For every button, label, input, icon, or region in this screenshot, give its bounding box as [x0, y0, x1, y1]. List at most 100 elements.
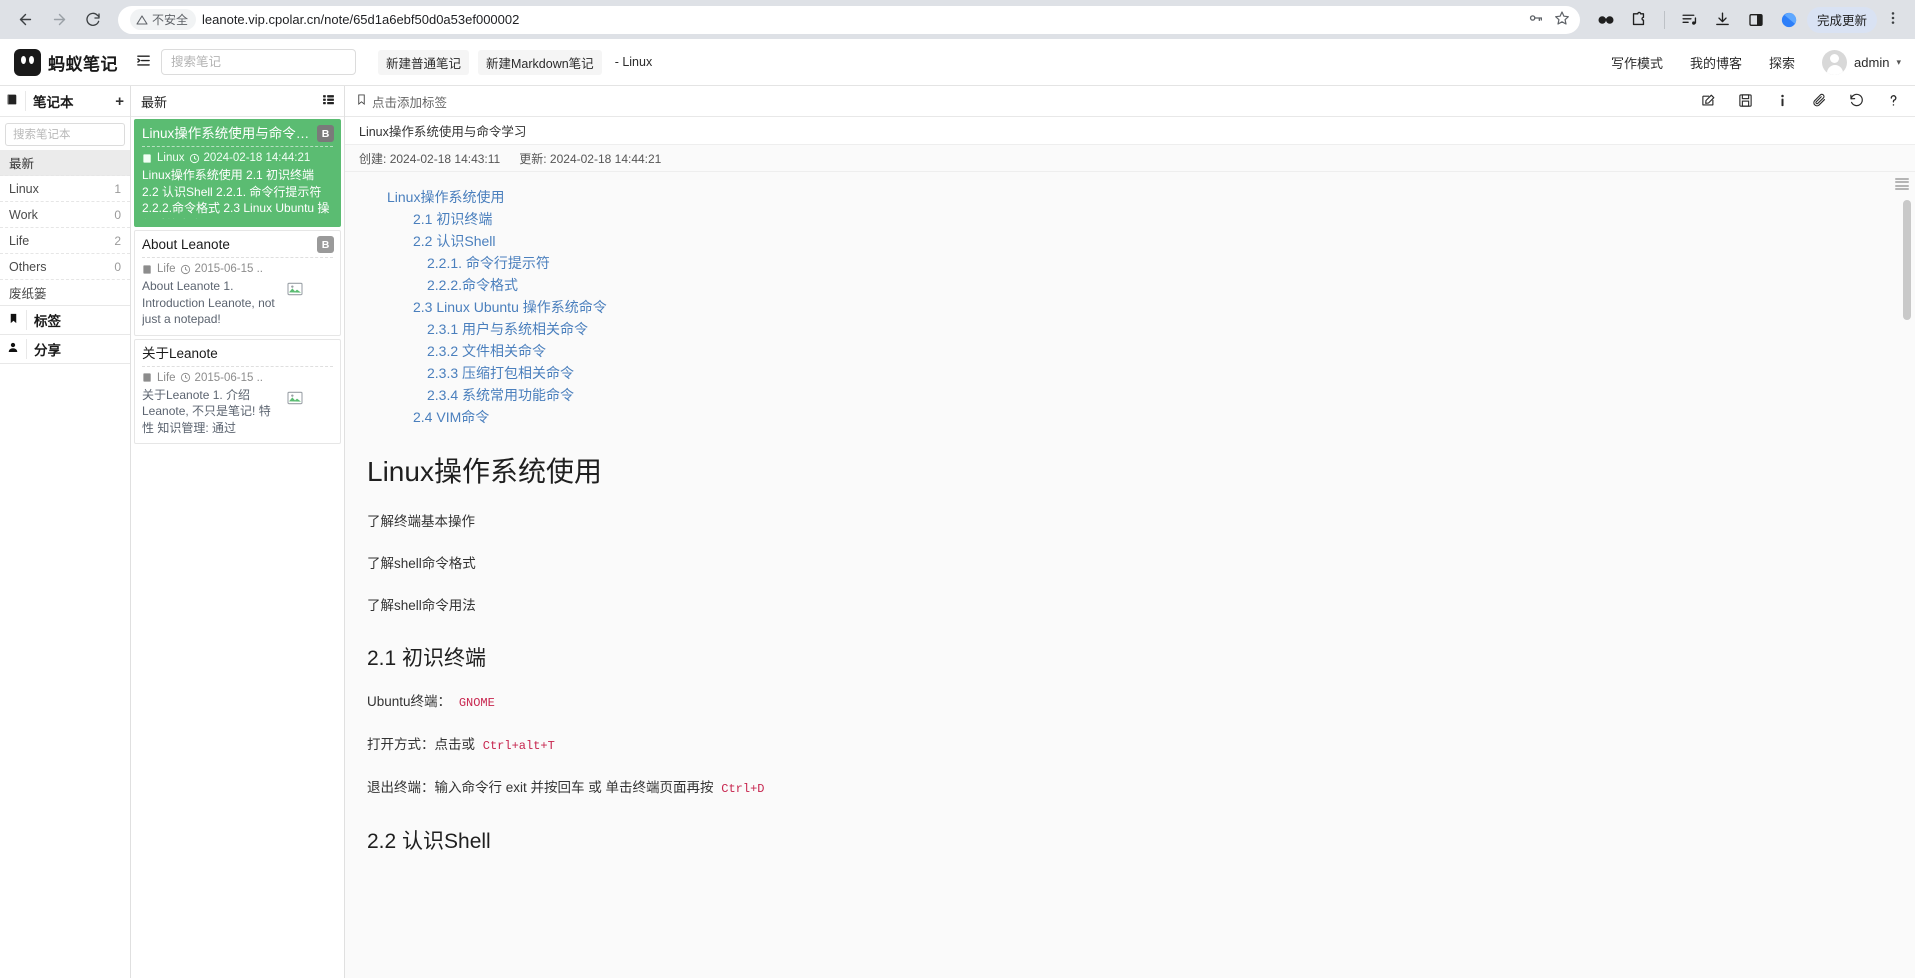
star-icon[interactable]	[1554, 10, 1570, 29]
note-notebook: Linux	[157, 152, 185, 164]
doc-paragraph: Ubuntu终端： GNOME	[367, 692, 1895, 713]
user-name-label: admin	[1854, 54, 1890, 70]
sidebar-item-count: 2	[114, 233, 121, 248]
url-text: leanote.vip.cpolar.cn/note/65d1a6ebf50d0…	[202, 12, 520, 27]
history-icon[interactable]	[1849, 93, 1864, 110]
toc-link[interactable]: 2.3.4 系统常用功能命令	[365, 384, 1895, 406]
sidebar-item-others[interactable]: Others 0	[0, 254, 130, 280]
list-item[interactable]: 关于Leanote Life 2015-06-15 .. 关于Leanote 1…	[134, 338, 341, 444]
note-meta: Life 2015-06-15 ..	[142, 261, 333, 277]
address-bar[interactable]: 不安全 leanote.vip.cpolar.cn/note/65d1a6ebf…	[118, 5, 1580, 34]
broken-image-icon	[287, 281, 303, 297]
add-tag-button[interactable]: 点击添加标签	[356, 92, 447, 111]
attachment-icon[interactable]	[1812, 93, 1827, 110]
toc-link[interactable]: 2.4 VIM命令	[365, 406, 1895, 428]
sidebar-item-label: Life	[9, 233, 30, 248]
scrollbar-thumb[interactable]	[1903, 200, 1911, 320]
content-scrollbar[interactable]	[1901, 172, 1913, 978]
notebook-search-wrap	[0, 117, 130, 150]
blog-badge: B	[317, 236, 334, 253]
notebook-sidebar: 笔记本 + 最新 Linux 1 Work 0 Life 2 Others 0 …	[0, 86, 131, 978]
notebook-icon	[143, 264, 151, 274]
sidebar-item-label: 最新	[9, 157, 35, 171]
note-meta: Life 2015-06-15 ..	[142, 370, 333, 386]
clock-icon	[180, 264, 190, 274]
toc-link[interactable]: 2.3 Linux Ubuntu 操作系统命令	[365, 296, 1895, 318]
note-content: Linux操作系统使用 2.1 初识终端 2.2 认识Shell 2.2.1. …	[345, 172, 1915, 978]
chevron-down-icon: ▾	[1896, 56, 1901, 67]
toc-link[interactable]: 2.3.2 文件相关命令	[365, 340, 1895, 362]
editor-dates: 创建: 2024-02-18 14:43:11 更新: 2024-02-18 1…	[345, 145, 1915, 172]
sidebar-item-count: 1	[114, 181, 121, 196]
security-status-chip[interactable]: 不安全	[130, 9, 197, 30]
editor-note-title[interactable]: Linux操作系统使用与命令学习	[345, 117, 1915, 145]
toc-link[interactable]: 2.3.1 用户与系统相关命令	[365, 318, 1895, 340]
edit-icon[interactable]	[1701, 93, 1716, 110]
doc-text: 退出终端：输入命令行 exit 并按回车 或 单击终端页面再按	[367, 780, 714, 795]
profile-icon[interactable]	[1779, 10, 1799, 30]
new-markdown-note-button[interactable]: 新建Markdown笔记	[478, 49, 602, 75]
avatar	[1822, 49, 1848, 75]
editor-tool-icons	[1701, 93, 1901, 110]
sidebar-item-linux[interactable]: Linux 1	[0, 176, 130, 202]
note-title: About Leanote	[142, 236, 333, 258]
reload-button[interactable]	[78, 5, 108, 35]
toc-link[interactable]: 2.1 初识终端	[365, 208, 1895, 230]
toc-link[interactable]: 2.2 认识Shell	[365, 230, 1895, 252]
kebab-menu-icon[interactable]	[1881, 10, 1905, 30]
forward-button[interactable]	[44, 5, 74, 35]
user-menu[interactable]: admin ▾	[1822, 49, 1901, 75]
list-item[interactable]: B About Leanote Life 2015-06-15 .. About…	[134, 230, 341, 336]
info-icon[interactable]	[1775, 93, 1790, 110]
glasses-icon[interactable]	[1596, 10, 1616, 30]
puzzle-extension-icon[interactable]	[1629, 10, 1649, 30]
add-notebook-button[interactable]: +	[115, 93, 124, 110]
sidebar-item-work[interactable]: Work 0	[0, 202, 130, 228]
update-button-label: 完成更新	[1816, 14, 1867, 28]
header-actions: 新建普通笔记 新建Markdown笔记 - Linux	[378, 49, 653, 75]
toc-link[interactable]: Linux操作系统使用	[365, 186, 1895, 208]
app-logo[interactable]: 蚂蚁笔记	[14, 48, 132, 76]
doc-paragraph: 打开方式：点击或 Ctrl+alt+T	[367, 735, 1895, 756]
doc-text: Ubuntu终端：	[367, 694, 452, 709]
sidebar-item-tags[interactable]: 标签	[0, 306, 130, 335]
save-icon[interactable]	[1738, 93, 1753, 110]
search-input[interactable]	[161, 49, 356, 75]
reading-list-icon[interactable]	[1680, 10, 1700, 30]
toc-link[interactable]: 2.3.3 压缩打包相关命令	[365, 362, 1895, 384]
list-toggle-icon[interactable]	[132, 53, 161, 72]
inline-code: Ctrl+alt+T	[482, 739, 555, 753]
created-info: 创建: 2024-02-18 14:43:11	[359, 150, 500, 167]
broken-image-icon	[287, 390, 303, 406]
sidebar-item-life[interactable]: Life 2	[0, 228, 130, 254]
toc-link[interactable]: 2.2.2.命令格式	[365, 274, 1895, 296]
browser-toolbar: 不安全 leanote.vip.cpolar.cn/note/65d1a6ebf…	[0, 0, 1915, 39]
new-note-button[interactable]: 新建普通笔记	[378, 49, 470, 75]
nav-write-mode[interactable]: 写作模式	[1611, 53, 1663, 72]
side-panel-icon[interactable]	[1746, 10, 1766, 30]
sidebar-tags-label: 标签	[26, 310, 124, 330]
key-icon[interactable]	[1528, 10, 1544, 29]
note-meta: Linux 2024-02-18 14:44:21	[142, 150, 333, 166]
table-of-contents: Linux操作系统使用 2.1 初识终端 2.2 认识Shell 2.2.1. …	[365, 186, 1895, 428]
note-desc: Linux操作系统使用 2.1 初识终端 2.2 认识Shell 2.2.1. …	[142, 168, 330, 219]
extension-icons	[1590, 10, 1799, 30]
note-list-header: 最新	[131, 86, 344, 117]
sidebar-item-count: 0	[114, 207, 121, 222]
download-icon[interactable]	[1713, 10, 1733, 30]
list-view-icon[interactable]	[322, 93, 335, 109]
update-button[interactable]: 完成更新	[1806, 6, 1877, 33]
nav-explore[interactable]: 探索	[1769, 53, 1795, 72]
editor-toolbar: 点击添加标签	[345, 86, 1915, 117]
notebook-search-input[interactable]	[5, 123, 125, 146]
list-item[interactable]: B Linux操作系统使用与命令学习 Linux 2024-02-18 14:4…	[134, 119, 341, 227]
back-button[interactable]	[10, 5, 40, 35]
help-icon[interactable]	[1886, 93, 1901, 110]
blog-badge: B	[317, 125, 334, 142]
sidebar-item-latest[interactable]: 最新	[0, 150, 130, 176]
sidebar-item-share[interactable]: 分享	[0, 335, 130, 364]
sidebar-item-trash[interactable]: 废纸篓	[0, 280, 130, 306]
toc-link[interactable]: 2.2.1. 命令行提示符	[365, 252, 1895, 274]
current-notebook-label: - Linux	[614, 55, 653, 69]
nav-my-blog[interactable]: 我的博客	[1690, 53, 1742, 72]
